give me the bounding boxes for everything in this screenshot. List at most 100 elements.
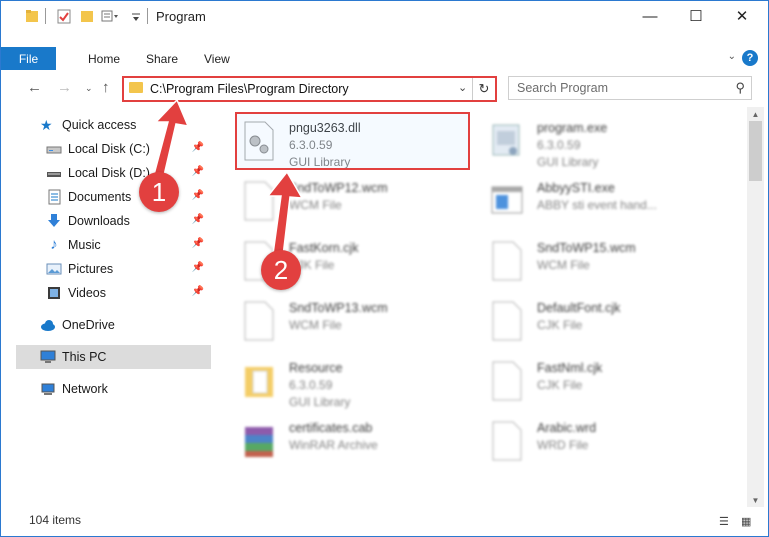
- address-history-chevron-icon[interactable]: ⌄: [458, 81, 467, 94]
- file-type: WRD File: [537, 438, 589, 452]
- file-type: GUI Library: [289, 395, 351, 409]
- title-bar: Program — ☐ ✕: [1, 1, 768, 31]
- file-type: WinRAR Archive: [289, 438, 378, 452]
- sidebar-item-label: Local Disk (C:): [68, 142, 150, 156]
- sidebar-item-onedrive[interactable]: OneDrive: [40, 313, 210, 337]
- file-name: certificates.cab: [289, 421, 373, 435]
- file-tile[interactable]: SndToWP15.wcm WCM File: [487, 233, 717, 291]
- folder-file-icon: [245, 367, 273, 397]
- documents-icon: [46, 189, 62, 205]
- recent-locations-chevron-icon[interactable]: ⌄: [85, 83, 93, 94]
- file-tile[interactable]: SndToWP12.wcm WCM File: [239, 173, 469, 231]
- star-icon: ★: [40, 117, 53, 133]
- sidebar-item-label: Videos: [68, 286, 106, 300]
- expand-ribbon-icon[interactable]: ⌄: [728, 51, 736, 62]
- pin-icon[interactable]: 📌: [192, 166, 204, 177]
- file-name: SndToWP15.wcm: [537, 241, 636, 255]
- file-tile[interactable]: DefaultFont.cjk CJK File: [487, 293, 717, 351]
- customize-toolbar-icon[interactable]: [101, 8, 119, 24]
- sidebar-item-downloads[interactable]: Downloads 📌: [46, 209, 210, 233]
- tab-home[interactable]: Home: [88, 47, 120, 70]
- vertical-scrollbar[interactable]: ▲ ▼: [747, 107, 764, 507]
- winrar-icon: [245, 427, 273, 457]
- search-box[interactable]: ⚲: [508, 76, 752, 100]
- dropdown-arrow-icon[interactable]: [131, 8, 141, 24]
- search-icon[interactable]: ⚲: [735, 80, 745, 96]
- blank-file-icon: [492, 301, 522, 341]
- file-type: WCM File: [537, 258, 590, 272]
- scroll-up-icon[interactable]: ▲: [747, 107, 764, 121]
- sidebar-item-local-disk-d[interactable]: Local Disk (D:) 📌: [46, 161, 210, 185]
- sidebar-item-label: Local Disk (D:): [68, 166, 150, 180]
- refresh-icon[interactable]: ↻: [472, 78, 495, 100]
- explorer-window: Program — ☐ ✕ File Home Share View ⌄ ? ←…: [0, 0, 769, 537]
- help-icon[interactable]: ?: [742, 50, 758, 66]
- sidebar-item-network[interactable]: Network: [40, 377, 210, 401]
- file-name: Arabic.wrd: [537, 421, 597, 435]
- sidebar-item-this-pc[interactable]: This PC: [16, 345, 211, 369]
- address-bar[interactable]: C:\Program Files\Program Directory ⌄ ↻: [122, 76, 497, 102]
- file-tile[interactable]: SndToWP13.wcm WCM File: [239, 293, 469, 351]
- window-app-icon: [491, 186, 523, 214]
- sidebar-item-local-disk-c[interactable]: Local Disk (C:) 📌: [46, 137, 210, 161]
- sidebar-item-label: Network: [62, 382, 108, 396]
- file-tile[interactable]: FastNml.cjk CJK File: [487, 353, 717, 411]
- step-2-badge: 2: [261, 250, 301, 290]
- file-tile[interactable]: Resource 6.3.0.59 GUI Library: [239, 353, 469, 411]
- back-arrow-icon[interactable]: ←: [27, 79, 42, 96]
- step-1-badge: 1: [139, 172, 179, 212]
- cloud-icon: [40, 317, 56, 333]
- file-tile[interactable]: Arabic.wrd WRD File: [487, 413, 717, 471]
- pin-icon[interactable]: 📌: [192, 262, 204, 273]
- sidebar-item-videos[interactable]: Videos 📌: [46, 281, 210, 305]
- new-folder-icon[interactable]: [80, 8, 94, 24]
- file-name: program.exe: [537, 121, 608, 135]
- scroll-down-icon[interactable]: ▼: [747, 493, 764, 507]
- sidebar-item-music[interactable]: ♪ Music 📌: [46, 233, 210, 257]
- sidebar-item-label: Documents: [68, 190, 132, 204]
- pin-icon[interactable]: 📌: [192, 142, 204, 153]
- file-tile[interactable]: AbbyySTI.exe ABBY sti event hand...: [487, 173, 717, 231]
- ribbon: File Home Share View ⌄ ?: [1, 31, 768, 71]
- folder-icon: [26, 10, 38, 22]
- sidebar-item-label: Music: [68, 238, 101, 252]
- network-icon: [40, 381, 56, 397]
- drive-icon: [46, 141, 62, 157]
- file-tile[interactable]: certificates.cab WinRAR Archive: [239, 413, 469, 471]
- sidebar-item-label: Downloads: [68, 214, 130, 228]
- selected-file-highlight: [235, 112, 470, 170]
- file-tile[interactable]: program.exe 6.3.0.59 GUI Library: [487, 113, 717, 171]
- sidebar-item-pictures[interactable]: Pictures 📌: [46, 257, 210, 281]
- sidebar-item-documents[interactable]: Documents 📌: [46, 185, 210, 209]
- file-type: WCM File: [289, 318, 342, 332]
- properties-icon[interactable]: [57, 8, 71, 24]
- forward-arrow-icon[interactable]: →: [57, 79, 72, 96]
- file-type: GUI Library: [537, 155, 599, 169]
- tab-view[interactable]: View: [204, 47, 230, 70]
- large-icons-view-icon[interactable]: ▦: [741, 515, 757, 529]
- close-button[interactable]: ✕: [719, 1, 765, 31]
- pin-icon[interactable]: 📌: [192, 286, 204, 297]
- scroll-thumb[interactable]: [749, 121, 762, 181]
- blank-file-icon: [244, 301, 274, 341]
- maximize-button[interactable]: ☐: [673, 1, 719, 31]
- search-input[interactable]: [515, 80, 719, 96]
- pin-icon[interactable]: 📌: [192, 238, 204, 249]
- pin-icon[interactable]: 📌: [192, 214, 204, 225]
- drive-icon: [46, 165, 62, 181]
- file-type: CJK File: [537, 378, 583, 392]
- file-type: CJK File: [537, 318, 583, 332]
- sidebar-item-label: This PC: [62, 350, 107, 364]
- tab-file[interactable]: File: [1, 47, 56, 70]
- address-path[interactable]: C:\Program Files\Program Directory: [150, 82, 349, 96]
- details-view-icon[interactable]: ☰: [719, 515, 735, 529]
- file-type: WCM File: [289, 198, 342, 212]
- minimize-button[interactable]: —: [627, 1, 673, 31]
- sidebar-item-label: Quick access: [62, 118, 137, 132]
- pin-icon[interactable]: 📌: [192, 190, 204, 201]
- tab-share[interactable]: Share: [146, 47, 178, 70]
- blank-file-icon: [492, 421, 522, 461]
- up-arrow-icon[interactable]: ↑: [102, 79, 110, 96]
- sidebar-item-quick-access[interactable]: ★ Quick access: [40, 113, 210, 137]
- videos-icon: [46, 285, 62, 301]
